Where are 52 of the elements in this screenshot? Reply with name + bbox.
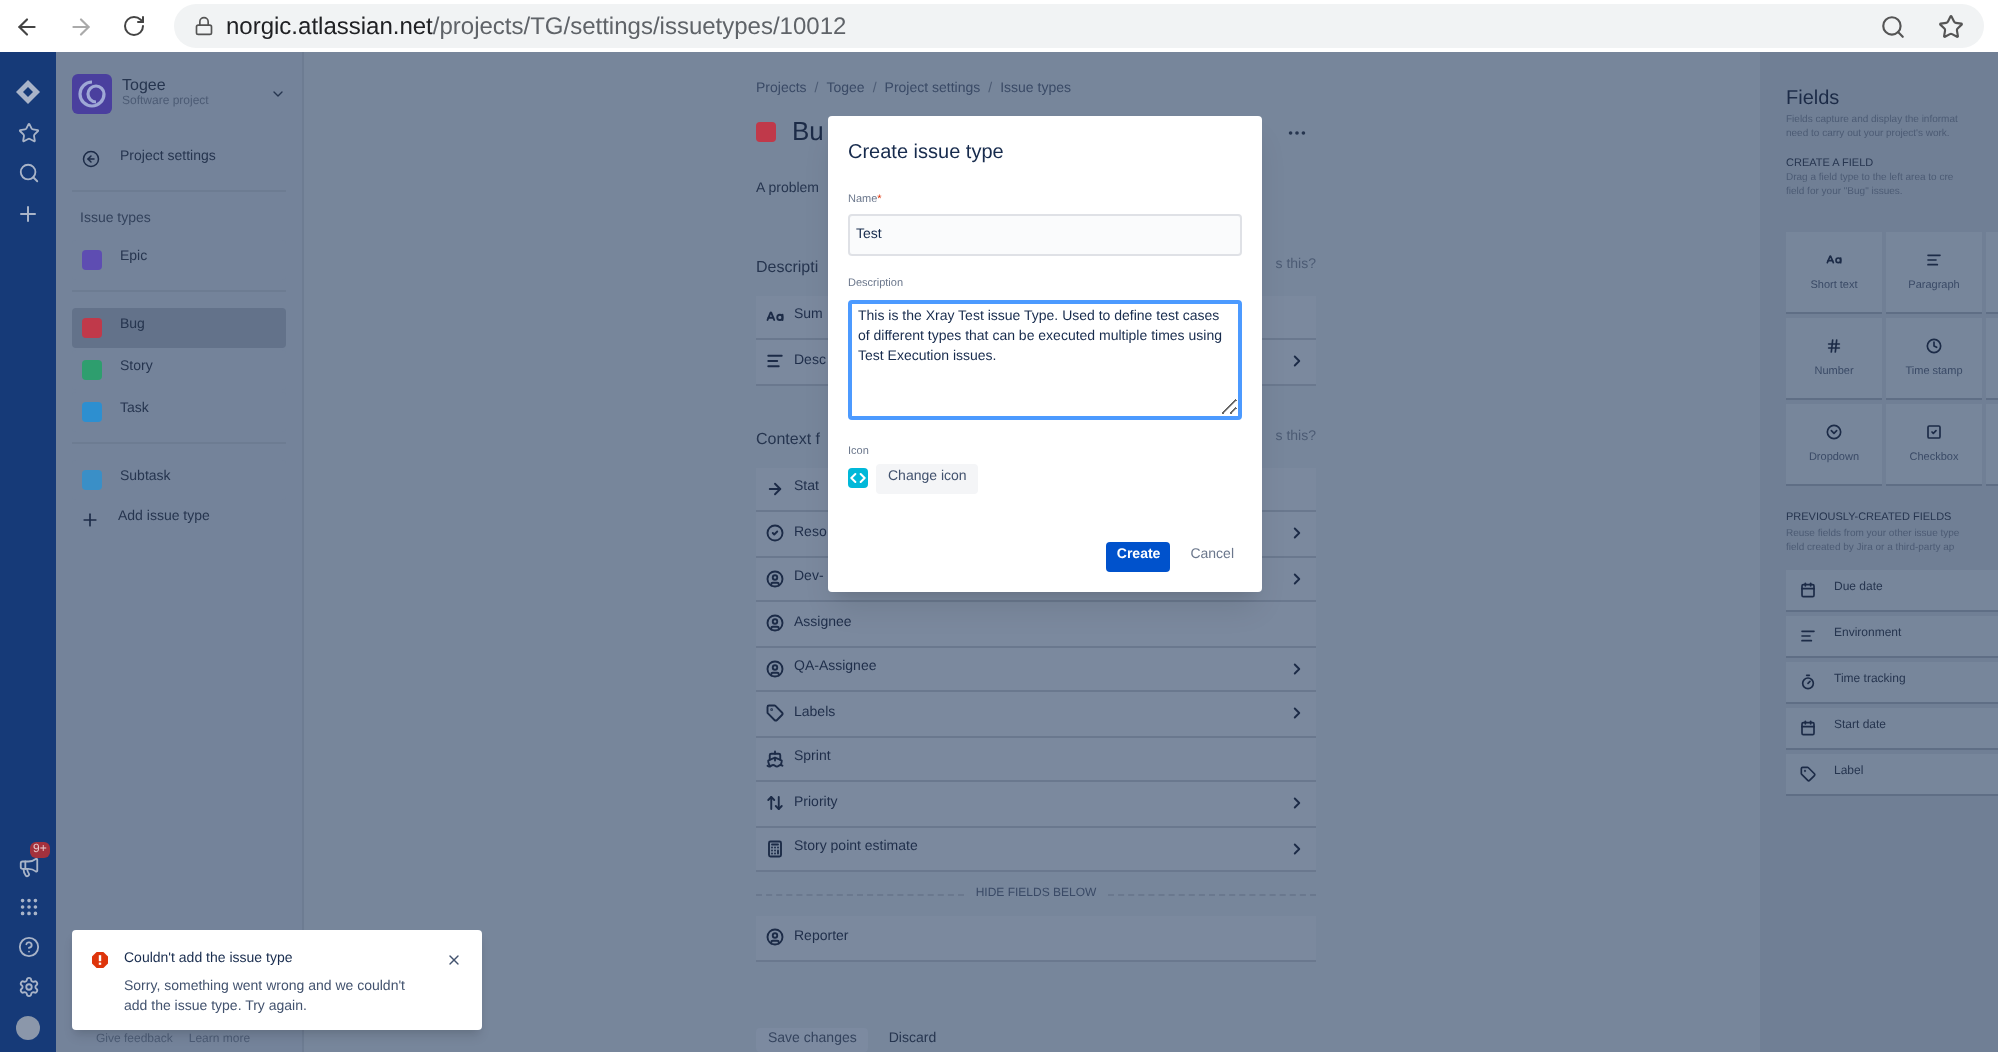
address-bar[interactable]: norgic.atlassian.net/projects/TG/settings/issuetypes/10012 xyxy=(174,4,1984,48)
star-icon[interactable] xyxy=(17,122,39,144)
back-icon[interactable] xyxy=(14,13,40,39)
text-case-icon xyxy=(1826,251,1842,268)
arrows-icon xyxy=(766,794,784,813)
search-icon[interactable] xyxy=(17,162,39,184)
plus-icon xyxy=(80,509,100,529)
section-heading: Descripti xyxy=(756,255,819,279)
create-icon[interactable] xyxy=(16,202,40,226)
user-icon xyxy=(766,659,784,678)
avatar[interactable] xyxy=(16,1016,40,1040)
user-icon xyxy=(766,928,784,947)
help-icon[interactable] xyxy=(17,936,39,958)
lines-icon xyxy=(766,352,784,371)
text-case-icon xyxy=(766,307,784,326)
tag-icon xyxy=(1800,765,1816,781)
dropdown-icon xyxy=(1826,423,1842,440)
user-icon xyxy=(766,614,784,633)
settings-icon[interactable] xyxy=(17,976,39,998)
calendar-icon xyxy=(1800,581,1816,597)
logo-icon[interactable] xyxy=(16,80,40,104)
megaphone-icon[interactable] xyxy=(17,856,39,878)
tag-icon xyxy=(766,704,784,723)
url-host: norgic.atlassian.net xyxy=(226,10,433,44)
reload-icon[interactable] xyxy=(122,14,146,38)
zoom-icon[interactable] xyxy=(1880,13,1906,39)
boat-icon xyxy=(766,749,784,768)
error-icon xyxy=(92,952,108,968)
number-box-icon xyxy=(766,839,784,858)
calendar-icon xyxy=(1800,719,1816,735)
section-heading: Context f xyxy=(756,427,821,451)
lock-icon xyxy=(194,16,214,36)
panel-title: Fields xyxy=(1786,86,1842,114)
hash-icon xyxy=(1826,337,1842,354)
project-logo xyxy=(72,74,112,114)
clock-icon xyxy=(1926,337,1942,354)
close-icon[interactable] xyxy=(446,952,462,968)
timer-icon xyxy=(1800,673,1816,689)
dialog-title: Create issue type xyxy=(848,140,1006,168)
page-title: Bu xyxy=(792,114,824,151)
user-icon xyxy=(766,569,784,588)
lines-icon xyxy=(1926,251,1942,268)
code-icon xyxy=(848,468,868,489)
checkbox-icon xyxy=(1926,423,1942,440)
chevron-icon[interactable] xyxy=(270,86,286,102)
bookmark-star-icon[interactable] xyxy=(1938,13,1964,39)
apps-grid-icon[interactable] xyxy=(17,896,39,918)
url-path: /projects/TG/settings/issuetypes/10012 xyxy=(432,10,847,44)
lines-icon xyxy=(1800,627,1816,643)
arrow-icon xyxy=(766,479,784,498)
project-name: Togee xyxy=(122,78,168,94)
check-circle-icon xyxy=(766,524,784,543)
